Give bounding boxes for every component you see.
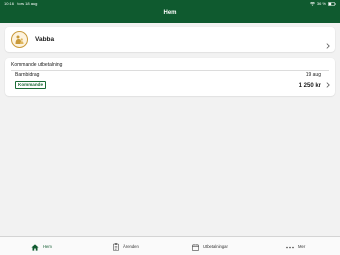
upcoming-payment-card[interactable]: Kommande utbetalning Barnbidrag 19 aug K… (5, 58, 335, 96)
tab-label: Utbetalningar (203, 244, 228, 249)
more-dots-icon (286, 246, 294, 249)
tab-home[interactable]: Hem (31, 243, 52, 251)
battery-percent: 36 % (316, 1, 326, 6)
vabba-card[interactable]: Vabba (5, 27, 335, 52)
chevron-right-icon (326, 36, 330, 54)
status-left: 10:16 tors 18 aug (4, 0, 37, 7)
tab-label: Ärenden (123, 244, 139, 249)
page-title: Hem (163, 10, 177, 16)
clipboard-icon (113, 243, 119, 251)
chevron-right-icon (326, 75, 330, 93)
divider (11, 70, 329, 71)
wifi-icon (309, 1, 315, 6)
status-bar: 10:16 tors 18 aug 36 % (0, 0, 340, 7)
vabba-logo-icon (11, 31, 28, 48)
tab-label: Mer (298, 244, 306, 249)
payment-type: Barnbidrag (15, 72, 40, 78)
battery-icon (328, 1, 336, 6)
app-header: 10:16 tors 18 aug 36 % Hem (0, 0, 340, 23)
payment-date: 19 aug (305, 72, 321, 78)
tab-label: Hem (43, 244, 52, 249)
calendar-icon (192, 243, 199, 251)
status-time: 10:16 (4, 1, 15, 6)
house-icon (31, 243, 39, 251)
tab-errands[interactable]: Ärenden (113, 243, 139, 251)
bottom-tab-bar: Hem Ärenden Utbetalningar Mer (0, 236, 340, 255)
payment-section-title: Kommande utbetalning (11, 62, 63, 68)
tab-payments[interactable]: Utbetalningar (192, 243, 228, 251)
status-right: 36 % (309, 0, 336, 7)
status-date: tors 18 aug (17, 1, 38, 6)
status-badge: Kommande (15, 81, 47, 89)
vabba-label: Vabba (35, 36, 55, 43)
payment-amount: 1 250 kr (298, 83, 321, 89)
tab-more[interactable]: Mer (286, 243, 305, 251)
